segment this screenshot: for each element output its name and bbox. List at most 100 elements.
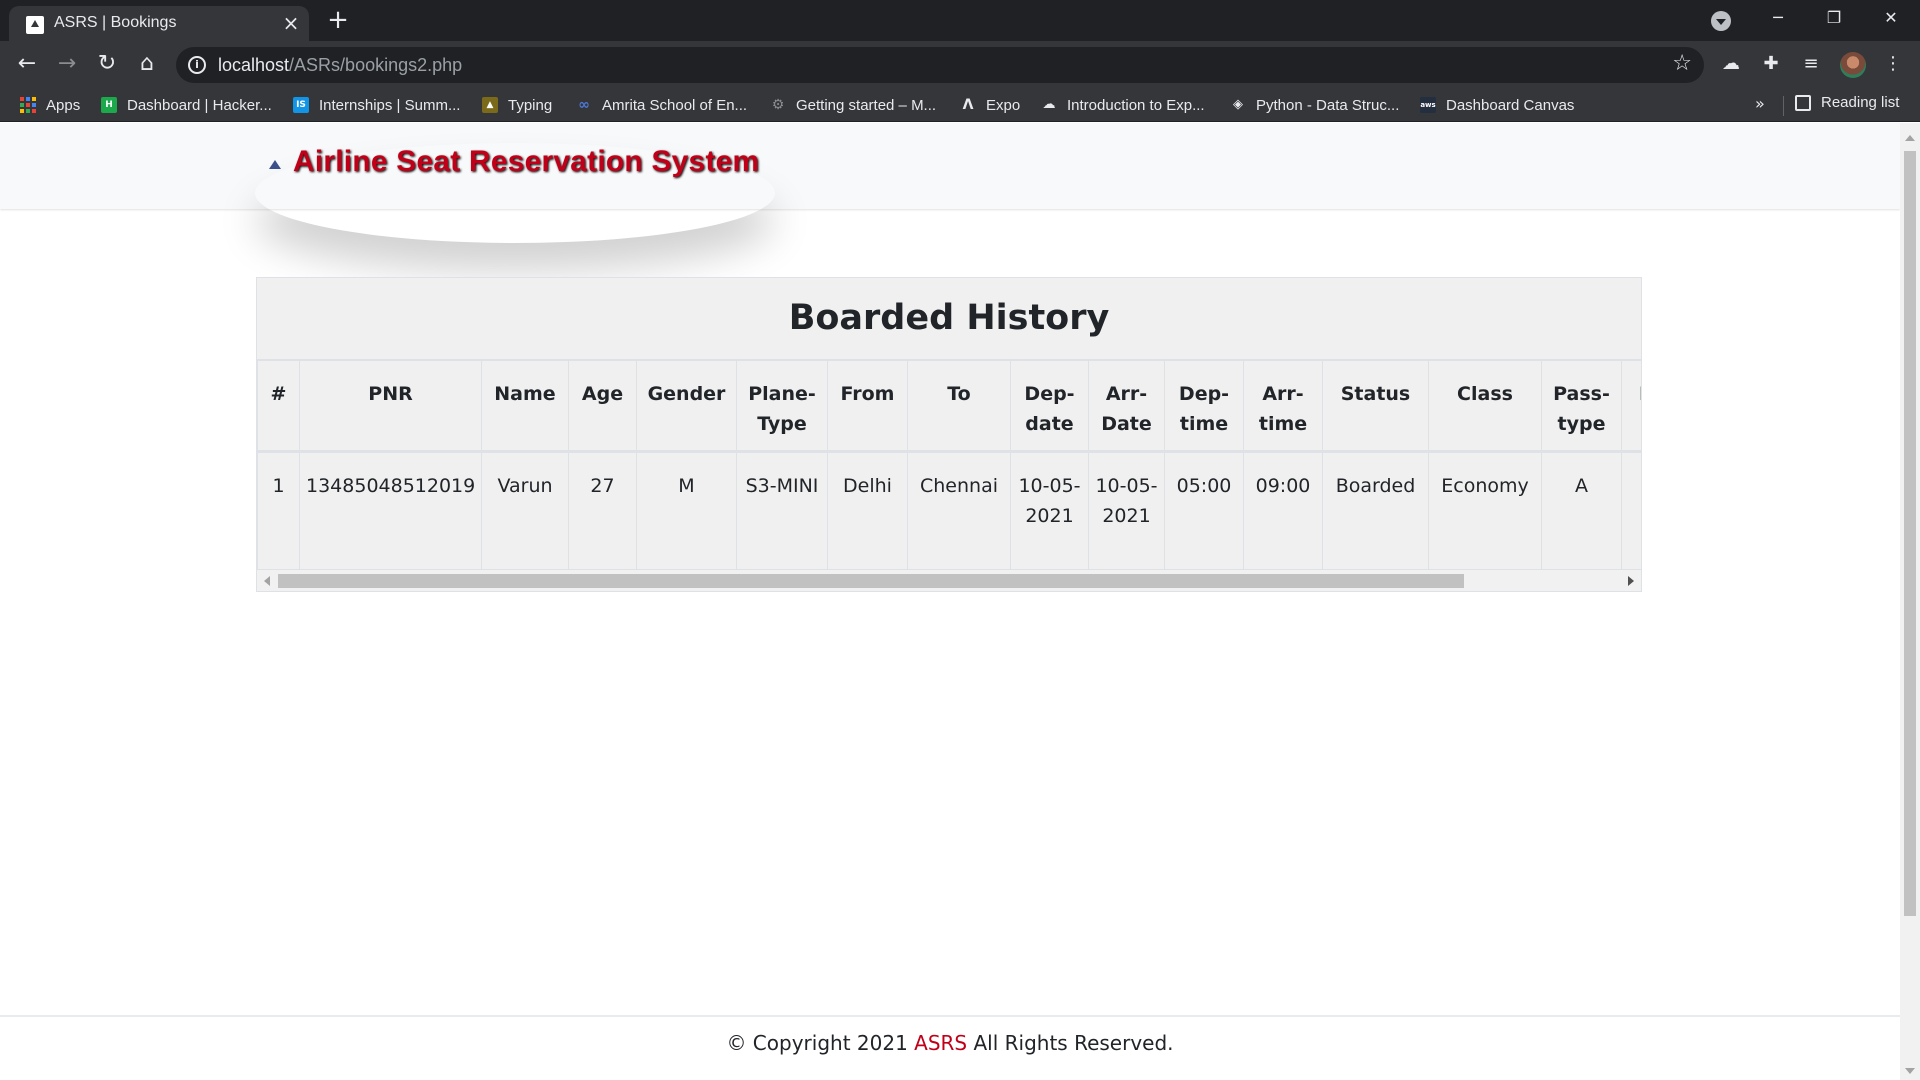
internshala-icon: IS: [293, 97, 309, 113]
expo-icon: Λ: [962, 97, 974, 113]
back-button[interactable]: ←: [12, 49, 42, 79]
home-button[interactable]: ⌂: [132, 49, 162, 79]
table-cell: 1: [257, 451, 300, 570]
bookmarks-bar: Apps H Dashboard | Hacker... IS Internsh…: [0, 88, 1920, 122]
column-header: Arr-Date: [1088, 360, 1165, 453]
table-cell: 05:00: [1164, 451, 1244, 570]
table-cell: 10-05-2021: [1010, 451, 1089, 570]
browser-toolbar: ← → ↻ ⌂ i localhost/ASRs/bookings2.php ☆…: [0, 41, 1920, 88]
table-cell: 13485048512019: [299, 451, 482, 570]
table-cell: A: [1541, 451, 1622, 570]
column-header: To: [907, 360, 1011, 453]
table-row: 1 13485048512019 Varun 27 M S3-MINI Delhi Chenn…: [257, 451, 1641, 570]
site-favicon-icon: [26, 16, 44, 34]
column-header: Gender: [636, 360, 737, 453]
table-cell: Varun: [481, 451, 569, 570]
reading-list-button[interactable]: Reading list: [1795, 94, 1899, 111]
table-cell: 10-05-2021: [1088, 451, 1165, 570]
address-bar[interactable]: i localhost/ASRs/bookings2.php ☆: [176, 47, 1704, 83]
hackerrank-icon: H: [101, 97, 117, 113]
boarded-history-table: # PNR Name Age Gender Plane-Type From To Dep-dat…: [257, 360, 1641, 570]
column-header: I: [1621, 360, 1641, 453]
scroll-down-arrow-icon[interactable]: [1905, 1068, 1915, 1074]
column-header: Pass-type: [1541, 360, 1622, 453]
bookmark-getting-started[interactable]: ⚙ Getting started – M...: [770, 94, 936, 116]
bookmark-typing[interactable]: ▲ Typing: [482, 94, 552, 116]
table-header-row: # PNR Name Age Gender Plane-Type From To Dep-dat…: [257, 360, 1641, 453]
more-bookmarks-chevron-icon[interactable]: »: [1755, 94, 1765, 113]
restore-button[interactable]: ❐: [1811, 0, 1857, 36]
table-cell: [1621, 451, 1641, 570]
table-cell: S3-MINI: [736, 451, 828, 570]
bookmark-expo[interactable]: Λ Expo: [960, 94, 1021, 116]
reload-button[interactable]: ↻: [92, 49, 122, 79]
more-menu-icon[interactable]: ⋮: [1882, 53, 1904, 75]
typing-icon: ▲: [482, 97, 498, 113]
bookmark-python-ds[interactable]: ◈ Python - Data Struc...: [1230, 94, 1399, 116]
scroll-right-arrow-icon[interactable]: [1628, 576, 1634, 586]
table-cell: Delhi: [827, 451, 908, 570]
table-cell: Chennai: [907, 451, 1011, 570]
site-navbar: Airline Seat Reservation System: [0, 123, 1900, 209]
table-scroll-container[interactable]: # PNR Name Age Gender Plane-Type From To Dep-dat…: [257, 360, 1641, 570]
column-header: Dep-time: [1164, 360, 1244, 453]
bookmark-amrita[interactable]: ∞ Amrita School of En...: [576, 94, 747, 116]
infinity-icon: ∞: [578, 97, 590, 113]
tab-bookings[interactable]: ASRS | Bookings ×: [9, 6, 309, 41]
extensions-puzzle-icon[interactable]: ✚: [1760, 53, 1782, 75]
horizontal-scrollbar[interactable]: [257, 570, 1641, 591]
column-header: PNR: [299, 360, 482, 453]
tab-title: ASRS | Bookings: [54, 14, 177, 31]
forward-button[interactable]: →: [52, 49, 82, 79]
aws-icon: aws: [1420, 97, 1436, 113]
horizontal-scroll-thumb[interactable]: [278, 574, 1464, 588]
diamond-icon: ◈: [1233, 97, 1243, 112]
close-window-button[interactable]: ✕: [1868, 0, 1914, 36]
tab-search-icon[interactable]: [1711, 11, 1731, 31]
site-info-icon[interactable]: i: [188, 56, 206, 74]
extension-cloud-icon[interactable]: ☁: [1720, 53, 1742, 75]
footer-brand: ASRS: [914, 1031, 968, 1055]
bookmark-hackerrank[interactable]: H Dashboard | Hacker...: [101, 94, 272, 116]
scroll-up-arrow-icon[interactable]: [1905, 135, 1915, 141]
page-viewport: Airline Seat Reservation System Boarded …: [0, 123, 1900, 1080]
table-cell: Economy: [1428, 451, 1542, 570]
column-header: #: [257, 360, 300, 453]
site-brand-link[interactable]: Airline Seat Reservation System: [293, 145, 759, 179]
gear-icon: ⚙: [771, 97, 785, 113]
tab-strip: ASRS | Bookings × + ─ ❐ ✕: [0, 0, 1920, 41]
column-header: Class: [1428, 360, 1542, 453]
column-header: Name: [481, 360, 569, 453]
bookmark-dashboard-canvas[interactable]: aws Dashboard Canvas: [1420, 94, 1574, 116]
boarded-history-card: Boarded History # PNR Name Age Gender Plane-T…: [256, 277, 1642, 592]
table-cell: 09:00: [1243, 451, 1323, 570]
cloud-icon: ☁: [1042, 97, 1056, 112]
column-header: Age: [568, 360, 637, 453]
url-text: localhost/ASRs/bookings2.php: [218, 55, 463, 75]
new-tab-button[interactable]: +: [326, 6, 350, 34]
close-tab-icon[interactable]: ×: [281, 13, 301, 33]
bookmark-star-icon[interactable]: ☆: [1672, 51, 1692, 76]
column-header: Plane-Type: [736, 360, 828, 453]
scroll-left-arrow-icon[interactable]: [264, 576, 270, 586]
copyright-text: © Copyright 2021 ASRS All Rights Reserve…: [726, 1031, 1174, 1055]
profile-avatar[interactable]: [1840, 52, 1866, 78]
airline-logo-icon[interactable]: [264, 156, 286, 178]
minimize-button[interactable]: ─: [1755, 0, 1801, 36]
column-header: Status: [1322, 360, 1429, 453]
table-cell: M: [636, 451, 737, 570]
apps-grid-icon: [20, 97, 36, 113]
vertical-scroll-thumb[interactable]: [1904, 151, 1916, 916]
card-title: Boarded History: [788, 298, 1110, 338]
media-control-icon[interactable]: ≡: [1800, 53, 1822, 75]
column-header: Dep-date: [1010, 360, 1089, 453]
bookmark-internshala[interactable]: IS Internships | Summ...: [293, 94, 460, 116]
bookmark-apps[interactable]: Apps: [20, 94, 80, 116]
reading-list-icon: [1795, 94, 1811, 111]
table-cell: Boarded: [1322, 451, 1429, 570]
column-header: From: [827, 360, 908, 453]
column-header: Arr-time: [1243, 360, 1323, 453]
bookmark-intro-exp[interactable]: ☁ Introduction to Exp...: [1041, 94, 1205, 116]
bookmarks-divider: [1783, 96, 1784, 116]
vertical-scrollbar[interactable]: [1900, 123, 1920, 1080]
